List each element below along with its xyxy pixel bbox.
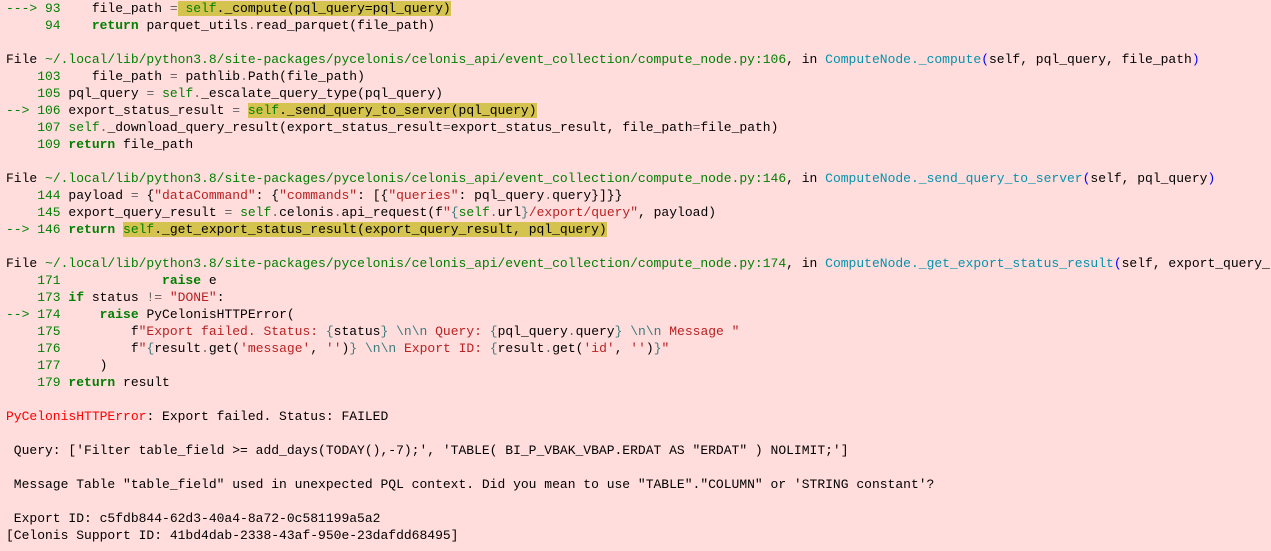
frame-header: File ~/.local/lib/python3.8/site-package… (6, 52, 1200, 67)
frame-header: File ~/.local/lib/python3.8/site-package… (6, 171, 1215, 186)
error-support-id: [Celonis Support ID: 41bd4dab-2338-43af-… (6, 528, 458, 543)
error-message: Message Table "table_field" used in unex… (6, 477, 934, 492)
traceback-output: ---> 93 file_path = self._compute(pql_qu… (0, 0, 1271, 550)
line-arrow: --> 146 (6, 222, 61, 237)
error-name: PyCelonisHTTPError (6, 409, 146, 424)
error-export-id: Export ID: c5fdb844-62d3-40a4-8a72-0c581… (6, 511, 380, 526)
line-arrow: --> 106 (6, 103, 61, 118)
frame-header: File ~/.local/lib/python3.8/site-package… (6, 256, 1271, 271)
line-arrow: --> 174 (6, 307, 61, 322)
error-summary: : Export failed. Status: FAILED (146, 409, 388, 424)
error-query: Query: ['Filter table_field >= add_days(… (6, 443, 849, 458)
line-arrow: ---> 93 (6, 1, 61, 16)
